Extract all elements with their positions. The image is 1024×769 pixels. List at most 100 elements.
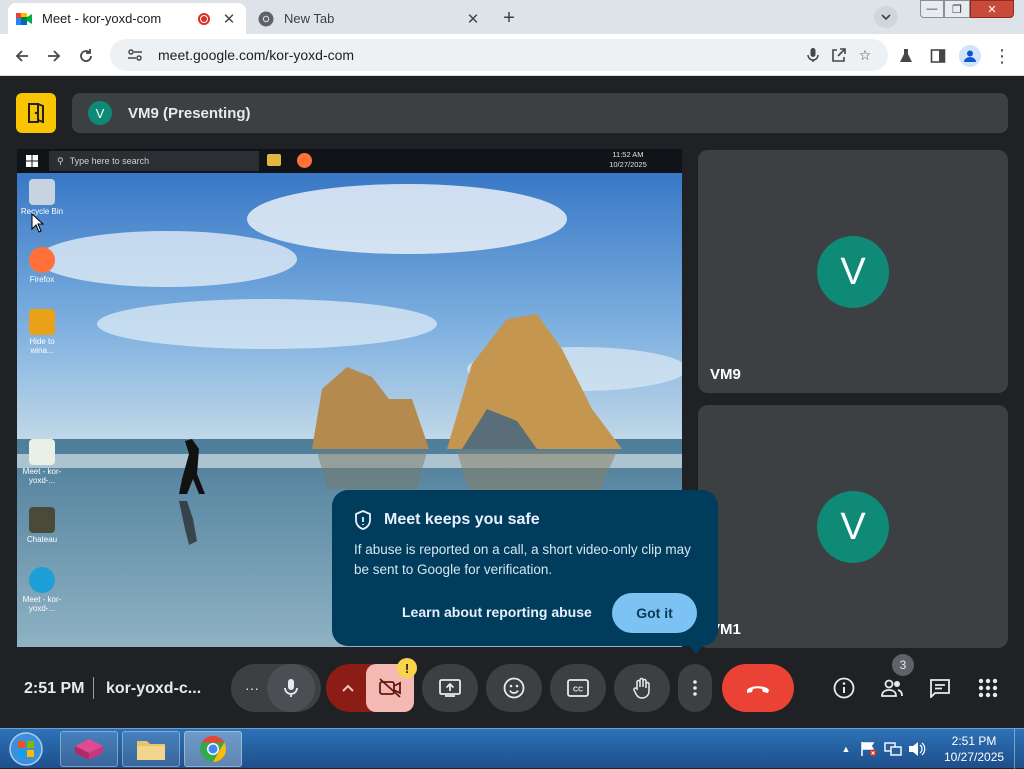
site-info-icon[interactable]	[122, 42, 148, 68]
desktop-icon-app: Hide to wina...	[17, 309, 67, 355]
popup-pointer	[686, 642, 706, 654]
participant-count-badge: 3	[892, 654, 914, 676]
volume-icon[interactable]	[908, 741, 926, 757]
got-it-button[interactable]: Got it	[612, 593, 697, 633]
camera-options-button[interactable]	[326, 664, 370, 712]
learn-reporting-abuse-link[interactable]: Learn about reporting abuse	[402, 604, 592, 620]
address-bar[interactable]: meet.google.com/kor-yoxd-com ☆	[110, 39, 888, 71]
recording-indicator-icon	[198, 12, 210, 25]
presenter-avatar: V	[88, 101, 112, 125]
safety-popup: Meet keeps you safe If abuse is reported…	[332, 490, 718, 654]
more-vert-icon	[693, 680, 697, 696]
people-icon	[881, 679, 903, 697]
people-button[interactable]	[878, 674, 906, 702]
chrome-icon	[200, 735, 227, 763]
audio-controls-group: ···	[231, 664, 321, 712]
close-tab-icon[interactable]: ✕	[220, 10, 238, 28]
app-cube-icon	[75, 739, 103, 760]
participant-tile[interactable]: V VM9	[698, 150, 1008, 393]
captions-button[interactable]: CC	[550, 664, 606, 712]
profile-avatar-icon	[959, 45, 981, 67]
remote-taskbar: ⚲ Type here to search 11:52 AM 10/27/202…	[17, 149, 682, 173]
microphone-button[interactable]	[267, 664, 315, 712]
forward-button[interactable]	[40, 42, 68, 70]
present-screen-icon	[439, 679, 461, 697]
desktop-icon-meet-shortcut: Meet - kor-yoxd-...	[17, 439, 67, 485]
folder-icon	[137, 741, 165, 760]
extensions-button[interactable]	[892, 42, 920, 70]
reload-icon	[80, 49, 92, 62]
chrome-menu-button[interactable]: ⋮	[988, 42, 1016, 70]
app-icon	[29, 309, 55, 335]
system-clock[interactable]: 2:51 PM 10/27/2025	[944, 733, 1004, 765]
new-tab-button[interactable]: +	[496, 6, 522, 30]
meet-call-view: V VM9 (Presenting) ⚲ Type here to search…	[0, 77, 1024, 728]
taskbar-explorer-button[interactable]	[122, 731, 180, 767]
windows-taskbar: ▲ 2:51 PM 10/27/2025	[0, 728, 1024, 769]
tab-meet[interactable]: Meet - kor-yoxd-com ✕	[8, 3, 246, 34]
leave-call-button[interactable]	[722, 664, 794, 712]
firefox-icon	[29, 247, 55, 273]
back-button[interactable]	[8, 42, 36, 70]
raise-hand-button[interactable]	[614, 664, 670, 712]
bookmark-star-icon[interactable]: ☆	[852, 42, 878, 68]
action-center-flag-icon[interactable]	[860, 741, 878, 757]
closed-captions-icon: CC	[567, 679, 589, 697]
show-hidden-icons-button[interactable]: ▲	[838, 744, 854, 754]
firefox-icon	[297, 153, 312, 168]
audio-settings-button[interactable]: ···	[245, 680, 259, 696]
camera-warning-badge: !	[397, 658, 417, 678]
microphone-icon[interactable]	[800, 42, 826, 68]
close-window-button[interactable]: ✕	[970, 0, 1014, 18]
profile-button[interactable]	[956, 42, 984, 70]
taskbar-chrome-button[interactable]	[184, 731, 242, 767]
divider	[93, 677, 94, 699]
camera-off-icon	[379, 678, 401, 698]
participant-avatar: V	[817, 236, 889, 308]
activities-button[interactable]	[974, 674, 1002, 702]
remote-search-placeholder: Type here to search	[69, 156, 150, 166]
more-options-button[interactable]	[678, 664, 712, 712]
search-icon: ⚲	[57, 155, 64, 166]
svg-text:CC: CC	[573, 687, 583, 694]
tab-search-button[interactable]	[874, 6, 898, 28]
popup-body: If abuse is reported on a call, a short …	[354, 542, 691, 577]
show-desktop-button[interactable]	[1014, 729, 1024, 769]
microphone-icon	[284, 679, 298, 697]
close-tab-icon[interactable]: ✕	[464, 10, 482, 28]
tab-title: Meet - kor-yoxd-com	[42, 11, 162, 26]
desktop-icon-firefox: Firefox	[17, 247, 67, 284]
remote-clock: 11:52 AM 10/27/2025	[609, 150, 647, 169]
restore-window-button[interactable]: ❐	[944, 0, 970, 18]
meeting-code[interactable]: kor-yoxd-c...	[106, 680, 201, 698]
door-exit-icon	[28, 103, 44, 124]
participant-tile[interactable]: V VM1	[698, 405, 1008, 648]
reload-button[interactable]	[72, 42, 100, 70]
raise-hand-icon	[633, 677, 650, 699]
chevron-up-icon	[342, 684, 354, 692]
info-icon	[833, 677, 855, 699]
folder-icon	[267, 154, 281, 166]
taskbar-app-button[interactable]	[60, 731, 118, 767]
meeting-room-button[interactable]	[16, 93, 56, 133]
remote-search-box: ⚲ Type here to search	[49, 151, 259, 171]
image-file-icon	[29, 507, 55, 533]
side-panel-button[interactable]	[924, 42, 952, 70]
side-panel-icon	[930, 49, 946, 63]
chrome-icon	[258, 11, 274, 27]
network-icon[interactable]	[884, 741, 902, 757]
reactions-button[interactable]	[486, 664, 542, 712]
recycle-bin-icon	[29, 179, 55, 205]
minimize-window-button[interactable]: —	[920, 0, 944, 18]
desktop-icon-edge-shortcut: Meet - kor-yoxd-...	[17, 567, 67, 613]
presenter-banner: V VM9 (Presenting)	[72, 93, 1008, 133]
chat-button[interactable]	[926, 674, 954, 702]
back-arrow-icon	[15, 50, 28, 62]
tab-title: New Tab	[284, 11, 335, 26]
windows-start-button[interactable]	[4, 730, 48, 768]
tab-new-tab[interactable]: New Tab ✕	[250, 3, 490, 34]
present-screen-button[interactable]	[422, 664, 478, 712]
meeting-details-button[interactable]	[830, 674, 858, 702]
share-icon[interactable]	[826, 42, 852, 68]
shield-icon	[355, 510, 371, 530]
